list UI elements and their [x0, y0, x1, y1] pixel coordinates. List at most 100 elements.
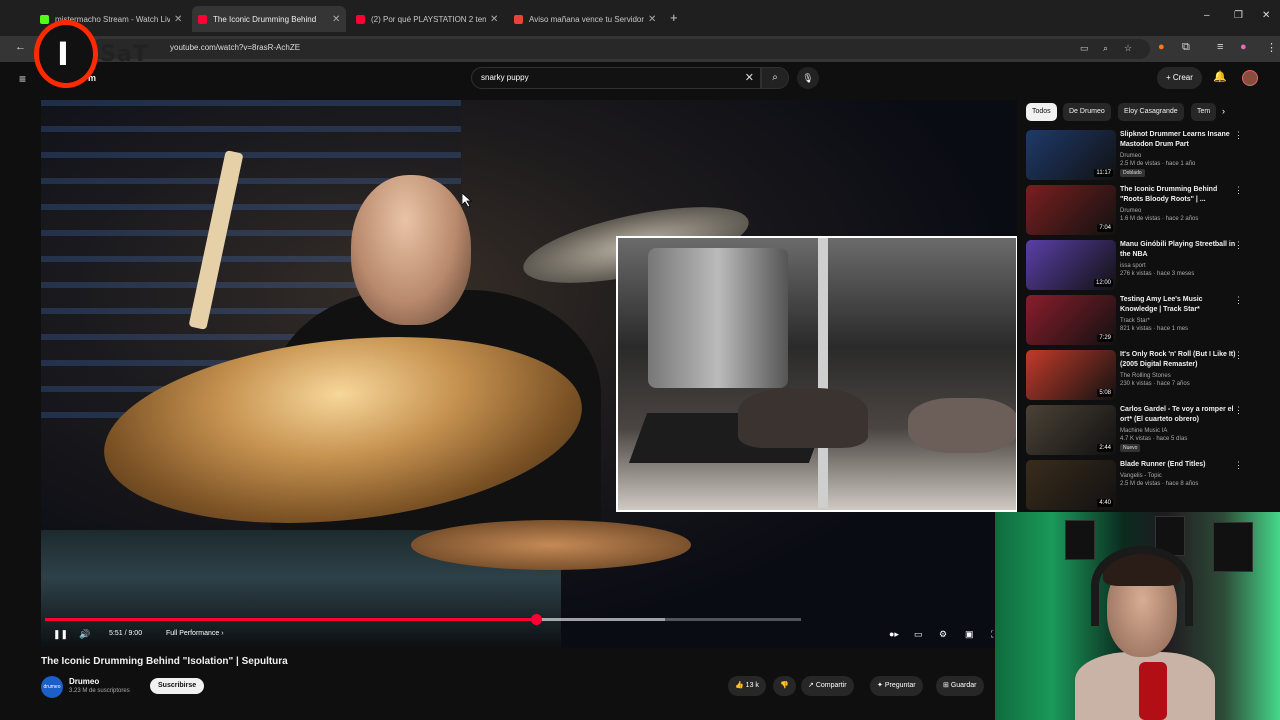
recommendation-meta: 4.7 K vistas · hace 5 días [1120, 436, 1188, 442]
maximize-button[interactable]: ❐ [1234, 10, 1243, 21]
video-thumbnail[interactable]: 5:08 [1026, 350, 1116, 400]
more-options-icon[interactable]: ⋮ [1234, 240, 1243, 251]
recommendation-channel[interactable]: issa sport [1120, 262, 1146, 270]
recommendation-title[interactable]: It's Only Rock 'n' Roll (But I Like It) … [1120, 350, 1236, 370]
video-player[interactable]: ❚❚ 🔊 5:51 / 9:00 Full Performance › ●▸ ▭… [41, 100, 1017, 648]
subscriber-count: 3.23 M de suscriptores [69, 688, 130, 694]
create-button[interactable]: + Crear [1157, 67, 1202, 89]
chapter-button[interactable]: Full Performance › [166, 630, 224, 637]
recommendation-channel[interactable]: Machine Music IA [1120, 427, 1167, 435]
chip-de-drumeo[interactable]: De Drumeo [1063, 103, 1111, 121]
recommendation-item[interactable]: 2:44 Carlos Gardel - Te voy a romper el o… [1026, 405, 1251, 457]
chip-tem[interactable]: Tem [1191, 103, 1217, 121]
more-options-icon[interactable]: ⋮ [1234, 130, 1243, 141]
share-button[interactable]: ↗ Compartir [801, 676, 854, 696]
wall-poster [1065, 520, 1095, 560]
video-snare [411, 520, 691, 570]
subscribe-button[interactable]: Suscribirse [150, 678, 205, 694]
more-options-icon[interactable]: ⋮ [1234, 350, 1243, 361]
pip-shoe-left [738, 388, 868, 448]
recommendation-item[interactable]: 7:04 The Iconic Drumming Behind "Roots Bl… [1026, 185, 1251, 237]
recommendation-item[interactable]: 11:17 Slipknot Drummer Learns Insane Mast… [1026, 130, 1251, 182]
cast-icon[interactable]: ▭ [1080, 43, 1089, 54]
clear-search-icon[interactable]: ✕ [745, 71, 754, 84]
new-tab-button[interactable]: + [670, 10, 678, 25]
search-button[interactable]: ⌕ [761, 67, 789, 89]
chip-eloy-casagrande[interactable]: Eloy Casagrande [1118, 103, 1184, 121]
save-button[interactable]: ⊞ Guardar [936, 676, 984, 696]
recommendation-meta: 2.5 M de vistas · hace 1 año [1120, 161, 1196, 167]
profile-icon[interactable]: ● [1240, 41, 1247, 53]
browser-tab[interactable]: (2) Por qué PLAYSTATION 2 tenía ✕ [350, 8, 504, 30]
video-thumbnail[interactable]: 4:40 [1026, 460, 1116, 510]
recommendation-channel[interactable]: Drumeo [1120, 207, 1141, 215]
recommendation-item[interactable]: 7:29 Testing Amy Lee's Music Knowledge | … [1026, 295, 1251, 347]
miniplayer-icon[interactable]: ▣ [965, 629, 974, 640]
channel-avatar[interactable]: drumeo [41, 676, 63, 698]
tab-title: Aviso mañana vence tu Servidor [529, 14, 644, 24]
close-icon[interactable]: ✕ [332, 14, 340, 25]
pause-icon[interactable]: ❚❚ [53, 629, 68, 640]
progress-bar[interactable] [45, 614, 801, 625]
video-thumbnail[interactable]: 11:17 [1026, 130, 1116, 180]
browser-menu-icon[interactable]: ⋮ [1266, 41, 1277, 54]
address-bar[interactable]: youtube.com/watch?v=8rasR-AchZE ▭ ⌕ ☆ [90, 39, 1150, 59]
chevron-right-icon[interactable]: › [1222, 106, 1225, 116]
user-avatar[interactable] [1242, 70, 1258, 86]
video-thumbnail[interactable]: 7:04 [1026, 185, 1116, 235]
more-options-icon[interactable]: ⋮ [1234, 405, 1243, 416]
voice-search-button[interactable]: 🎙 [797, 67, 819, 89]
recommendation-channel[interactable]: Vangelis - Topic [1120, 472, 1162, 480]
recommendation-channel[interactable]: The Rolling Stones [1120, 372, 1171, 380]
recommendation-channel[interactable]: Track Star* [1120, 317, 1150, 325]
video-thumbnail[interactable]: 7:29 [1026, 295, 1116, 345]
browser-tab-active[interactable]: The Iconic Drumming Behind ✕ [192, 6, 347, 32]
volume-icon[interactable]: 🔊 [79, 629, 90, 640]
close-icon[interactable]: ✕ [174, 14, 182, 25]
headset [1091, 546, 1193, 626]
channel-name[interactable]: Drumeo [69, 677, 99, 686]
recommendation-title[interactable]: Manu Ginóbili Playing Streetball in the … [1120, 240, 1236, 260]
like-button[interactable]: 👍 13 k [728, 676, 766, 696]
video-thumbnail[interactable]: 12:00 [1026, 240, 1116, 290]
extension-icon[interactable]: ● [1158, 41, 1165, 53]
settings-icon[interactable]: ⚙ [939, 629, 947, 640]
recommendation-item[interactable]: 5:08 It's Only Rock 'n' Roll (But I Like … [1026, 350, 1251, 402]
zoom-icon[interactable]: ⌕ [1103, 43, 1108, 54]
recommendation-title[interactable]: Testing Amy Lee's Music Knowledge | Trac… [1120, 295, 1236, 315]
dislike-button[interactable]: 👎 [773, 676, 796, 696]
thumbs-up-icon: 👍 [735, 682, 744, 689]
more-options-icon[interactable]: ⋮ [1234, 295, 1243, 306]
close-window-button[interactable]: ✕ [1262, 10, 1270, 21]
media-controls-icon[interactable]: ≡ [1217, 41, 1223, 53]
notifications-bell-icon[interactable]: 🔔 [1213, 70, 1227, 83]
like-count: 13 k [745, 682, 759, 689]
pip-stand [818, 238, 828, 508]
search-input[interactable]: snarky puppy ✕ [471, 67, 761, 89]
bookmark-star-icon[interactable]: ☆ [1124, 43, 1132, 54]
mouse-cursor-icon [462, 193, 472, 207]
back-arrow-icon[interactable]: ← [15, 41, 26, 53]
recommendation-channel[interactable]: Drumeo [1120, 152, 1141, 160]
more-options-icon[interactable]: ⋮ [1234, 460, 1243, 471]
share-icon: ↗ [808, 682, 814, 689]
close-icon[interactable]: ✕ [490, 14, 498, 25]
hamburger-menu-icon[interactable]: ≡ [19, 72, 26, 86]
autoplay-toggle-icon[interactable]: ●▸ [889, 629, 899, 640]
duration-badge: 7:04 [1097, 224, 1113, 232]
minimize-button[interactable]: – [1204, 10, 1210, 21]
more-options-icon[interactable]: ⋮ [1234, 185, 1243, 196]
recommendation-title[interactable]: Carlos Gardel - Te voy a romper el ort* … [1120, 405, 1236, 425]
browser-tab[interactable]: Aviso mañana vence tu Servidor ✕ [508, 8, 662, 30]
subtitles-icon[interactable]: ▭ [914, 629, 923, 640]
extensions-puzzle-icon[interactable]: ⧉ [1182, 41, 1190, 54]
close-icon[interactable]: ✕ [648, 14, 656, 25]
recommendation-title[interactable]: Blade Runner (End Titles) [1120, 460, 1236, 470]
recommendation-item[interactable]: 4:40 Blade Runner (End Titles) Vangelis - … [1026, 460, 1251, 512]
recommendation-title[interactable]: The Iconic Drumming Behind "Roots Bloody… [1120, 185, 1236, 205]
video-thumbnail[interactable]: 2:44 [1026, 405, 1116, 455]
recommendation-title[interactable]: Slipknot Drummer Learns Insane Mastodon … [1120, 130, 1236, 150]
chip-todos[interactable]: Todos [1026, 103, 1057, 121]
recommendation-item[interactable]: 12:00 Manu Ginóbili Playing Streetball in… [1026, 240, 1251, 292]
ask-button[interactable]: ✦ Preguntar [870, 676, 923, 696]
